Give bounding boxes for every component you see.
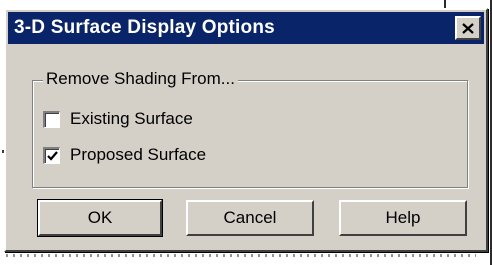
help-button[interactable]: Help — [339, 200, 467, 236]
ok-button[interactable]: OK — [37, 199, 163, 237]
close-icon — [462, 22, 474, 34]
existing-surface-checkbox-row[interactable]: Existing Surface — [43, 107, 193, 131]
close-button[interactable] — [455, 16, 481, 40]
dialog-title: 3-D Surface Display Options — [14, 17, 275, 38]
proposed-surface-checkbox-row[interactable]: Proposed Surface — [43, 143, 206, 167]
group-label: Remove Shading From... — [43, 69, 238, 89]
background-artifact — [6, 254, 476, 257]
titlebar[interactable]: 3-D Surface Display Options — [8, 12, 484, 44]
proposed-surface-label[interactable]: Proposed Surface — [70, 145, 206, 165]
screen: 3-D Surface Display Options Remove Shadi… — [0, 0, 492, 265]
remove-shading-group: Remove Shading From... Existing Surface … — [32, 69, 468, 188]
existing-surface-label[interactable]: Existing Surface — [70, 109, 193, 129]
checkmark-icon — [46, 150, 58, 161]
existing-surface-checkbox[interactable] — [43, 110, 60, 128]
proposed-surface-checkbox[interactable] — [43, 146, 60, 164]
cancel-button[interactable]: Cancel — [186, 200, 314, 236]
surface-display-options-dialog: 3-D Surface Display Options Remove Shadi… — [4, 8, 488, 252]
